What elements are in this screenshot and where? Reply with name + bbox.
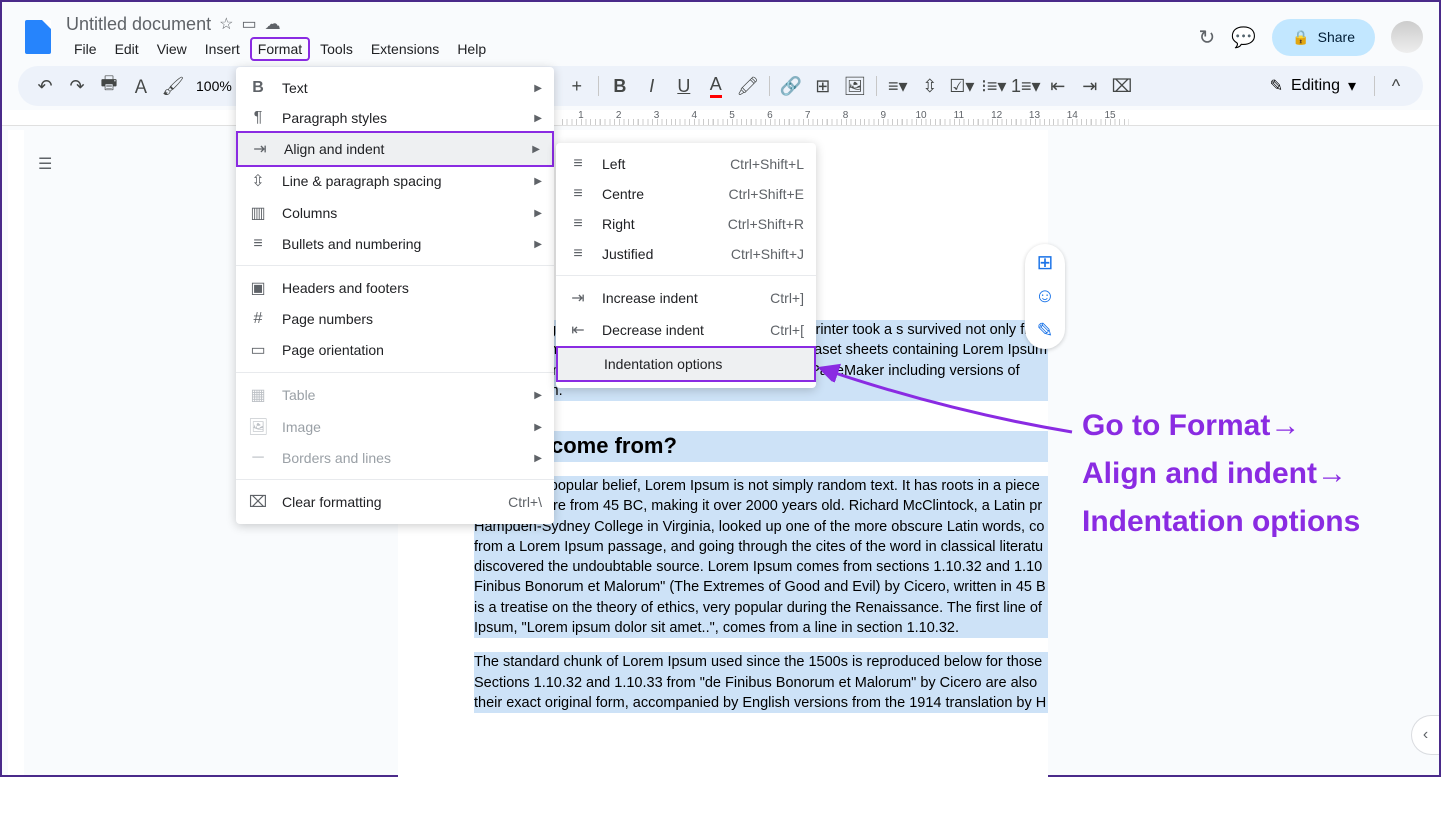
document-title[interactable]: Untitled document (66, 14, 211, 35)
pencil-icon: ✎ (1270, 76, 1283, 96)
body-paragraph[interactable]: Contrary to popular belief, Lorem Ipsum … (474, 476, 1048, 638)
format-clear-item[interactable]: ⌧Clear formattingCtrl+\ (236, 486, 554, 518)
format-paragraph-item[interactable]: ¶Paragraph styles▶ (236, 103, 554, 133)
decrease-indent-button[interactable]: ⇤ (1043, 71, 1073, 101)
increase-indent-button[interactable]: ⇥ (1075, 71, 1105, 101)
chevron-down-icon: ▾ (1348, 76, 1356, 96)
lock-icon: 🔒 (1292, 29, 1309, 46)
format-spacing-item[interactable]: ⇳Line & paragraph spacing▶ (236, 165, 554, 197)
align-justified-item[interactable]: ≡JustifiedCtrl+Shift+J (556, 239, 816, 269)
format-columns-item[interactable]: ▥Columns▶ (236, 197, 554, 229)
insert-image-button[interactable]: 🖼 (840, 71, 870, 101)
comment-icon[interactable]: 💬 (1231, 25, 1256, 50)
menu-edit[interactable]: Edit (107, 37, 147, 61)
mode-select[interactable]: ✎ Editing ▾ (1258, 72, 1368, 100)
spellcheck-button[interactable]: Ａ (126, 71, 156, 101)
emoji-icon[interactable]: ☺ (1035, 285, 1055, 308)
insert-link-button[interactable]: 🔗 (776, 71, 806, 101)
align-button[interactable]: ≡▾ (883, 71, 913, 101)
align-right-item[interactable]: ≡RightCtrl+Shift+R (556, 209, 816, 239)
history-icon[interactable]: ↻ (1199, 25, 1216, 50)
increase-indent-item[interactable]: ⇥Increase indentCtrl+] (556, 282, 816, 314)
align-centre-item[interactable]: ≡CentreCtrl+Shift+E (556, 179, 816, 209)
numbered-list-button[interactable]: 1≡▾ (1011, 71, 1041, 101)
redo-button[interactable]: ↷ (62, 71, 92, 101)
docs-logo[interactable] (18, 17, 58, 57)
align-submenu: ≡LeftCtrl+Shift+L ≡CentreCtrl+Shift+E ≡R… (556, 143, 816, 388)
checklist-button[interactable]: ☑▾ (947, 71, 977, 101)
horizontal-ruler[interactable]: 123456789101112131415 (2, 110, 1439, 126)
decrease-indent-item[interactable]: ⇤Decrease indentCtrl+[ (556, 314, 816, 346)
indentation-options-item[interactable]: ⚙Indentation options (556, 346, 816, 382)
user-avatar[interactable] (1391, 21, 1423, 53)
format-borders-item: ─Borders and lines▶ (236, 443, 554, 473)
move-icon[interactable]: ▭ (241, 14, 256, 34)
format-text-item[interactable]: BText▶ (236, 73, 554, 103)
menu-tools[interactable]: Tools (312, 37, 361, 61)
mode-label: Editing (1291, 77, 1340, 95)
format-pagenum-item[interactable]: #Page numbers (236, 304, 554, 334)
clear-format-button[interactable]: ⌧ (1107, 71, 1137, 101)
menu-file[interactable]: File (66, 37, 105, 61)
collapse-button[interactable]: ^ (1381, 71, 1411, 101)
annotation-arrow (812, 362, 1082, 442)
align-left-item[interactable]: ≡LeftCtrl+Shift+L (556, 149, 816, 179)
menubar: File Edit View Insert Format Tools Exten… (66, 37, 1199, 61)
header: Untitled document ☆ ▭ ☁ File Edit View I… (2, 2, 1439, 66)
add-comment-icon[interactable]: ⊞ (1037, 250, 1054, 275)
undo-button[interactable]: ↶ (30, 71, 60, 101)
format-headers-item[interactable]: ▣Headers and footers (236, 272, 554, 304)
annotation-text: Go to Format→ Align and indent→ Indentat… (1082, 402, 1360, 546)
cloud-status-icon[interactable]: ☁ (265, 14, 281, 34)
font-size-plus[interactable]: + (562, 71, 592, 101)
suggest-icon[interactable]: ✎ (1037, 318, 1054, 343)
menu-view[interactable]: View (149, 37, 195, 61)
menu-extensions[interactable]: Extensions (363, 37, 447, 61)
bold-button[interactable]: B (605, 71, 635, 101)
highlight-button[interactable]: 🖍 (733, 71, 763, 101)
share-label: Share (1318, 29, 1355, 45)
zoom-select[interactable]: 100% (190, 78, 238, 94)
menu-insert[interactable]: Insert (197, 37, 248, 61)
italic-button[interactable]: I (637, 71, 667, 101)
text-color-button[interactable]: A (701, 71, 731, 101)
star-icon[interactable]: ☆ (219, 14, 233, 34)
line-spacing-button[interactable]: ⇳ (915, 71, 945, 101)
format-bullets-item[interactable]: ≡Bullets and numbering▶ (236, 229, 554, 259)
print-button[interactable]: 🖶 (94, 71, 124, 101)
format-orient-item[interactable]: ▭Page orientation (236, 334, 554, 366)
underline-button[interactable]: U (669, 71, 699, 101)
format-align-indent-item[interactable]: ⇥Align and indent▶ (236, 131, 554, 167)
menu-help[interactable]: Help (449, 37, 494, 61)
menu-format[interactable]: Format (250, 37, 310, 61)
comment-bubble: ⊞ ☺ ✎ (1025, 244, 1065, 349)
share-button[interactable]: 🔒 Share (1272, 19, 1375, 56)
bulleted-list-button[interactable]: ⁝≡▾ (979, 71, 1009, 101)
vertical-ruler[interactable] (8, 130, 24, 775)
insert-comment-button[interactable]: ⊞ (808, 71, 838, 101)
paint-format-button[interactable]: 🖌 (158, 71, 188, 101)
format-dropdown: BText▶ ¶Paragraph styles▶ ⇥Align and ind… (236, 67, 554, 524)
format-table-item: ▦Table▶ (236, 379, 554, 411)
body-paragraph[interactable]: The standard chunk of Lorem Ipsum used s… (474, 652, 1048, 713)
toolbar: ↶ ↷ 🖶 Ａ 🖌 100% + B I U A 🖍 🔗 ⊞ 🖼 ≡▾ ⇳ ☑▾… (18, 66, 1423, 106)
format-image-item: 🖼Image▶ (236, 411, 554, 443)
outline-icon[interactable]: ☰ (38, 154, 52, 174)
